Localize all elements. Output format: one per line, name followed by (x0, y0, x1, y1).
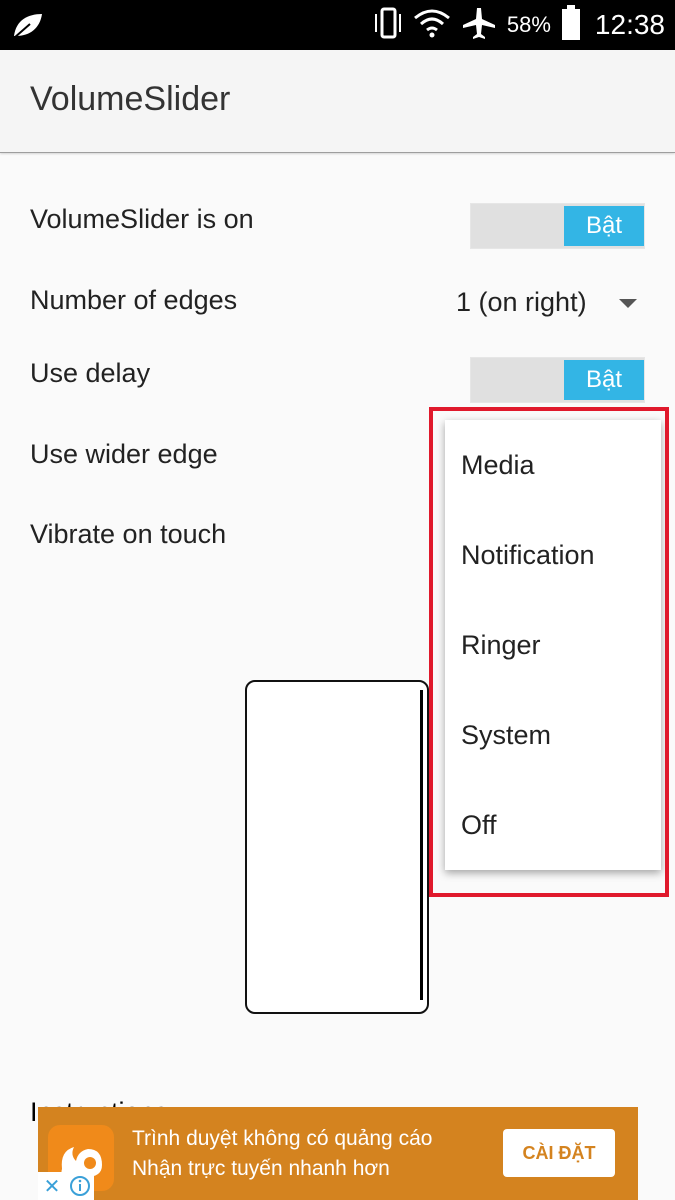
ad-line1: Trình duyệt không có quảng cáo (132, 1127, 433, 1150)
install-button[interactable]: CÀI ĐẶT (503, 1129, 615, 1177)
vibrate-label: Vibrate on touch (30, 519, 227, 549)
wifi-icon (413, 8, 451, 43)
app-title: VolumeSlider (30, 80, 231, 118)
airplane-icon (461, 6, 497, 45)
highlight-box (429, 407, 669, 897)
enabled-toggle[interactable]: Bật (470, 203, 645, 249)
ad-line2: Nhận trực tuyến nhanh hơn (132, 1157, 390, 1180)
enabled-label: VolumeSlider is on (30, 204, 254, 234)
app-bar: VolumeSlider (0, 50, 675, 153)
info-icon[interactable] (66, 1172, 94, 1200)
edge-indicator (420, 690, 423, 1000)
wider-edge-label: Use wider edge (30, 439, 218, 469)
battery-percent: 58% (506, 12, 551, 37)
leaf-icon (10, 10, 44, 45)
enabled-toggle-thumb: Bật (564, 206, 644, 246)
delay-toggle[interactable]: Bật (470, 357, 645, 403)
delay-label: Use delay (30, 358, 151, 388)
close-icon[interactable]: ✕ (38, 1172, 66, 1200)
edge-preview (245, 680, 429, 1014)
battery-icon (561, 4, 581, 46)
vibrate-icon (373, 6, 403, 45)
edges-label: Number of edges (30, 285, 238, 315)
clock: 12:38 (594, 9, 665, 40)
edges-value: 1 (on right) (456, 287, 587, 317)
edges-spinner[interactable]: 1 (on right) (456, 285, 646, 325)
ad-banner[interactable]: Trình duyệt không có quảng cáo Nhận trực… (38, 1107, 638, 1200)
dropdown-arrow-icon (619, 299, 637, 308)
status-bar: 58% 12:38 (0, 0, 675, 50)
delay-toggle-thumb: Bật (564, 360, 644, 400)
ad-badges: ✕ (38, 1172, 94, 1200)
